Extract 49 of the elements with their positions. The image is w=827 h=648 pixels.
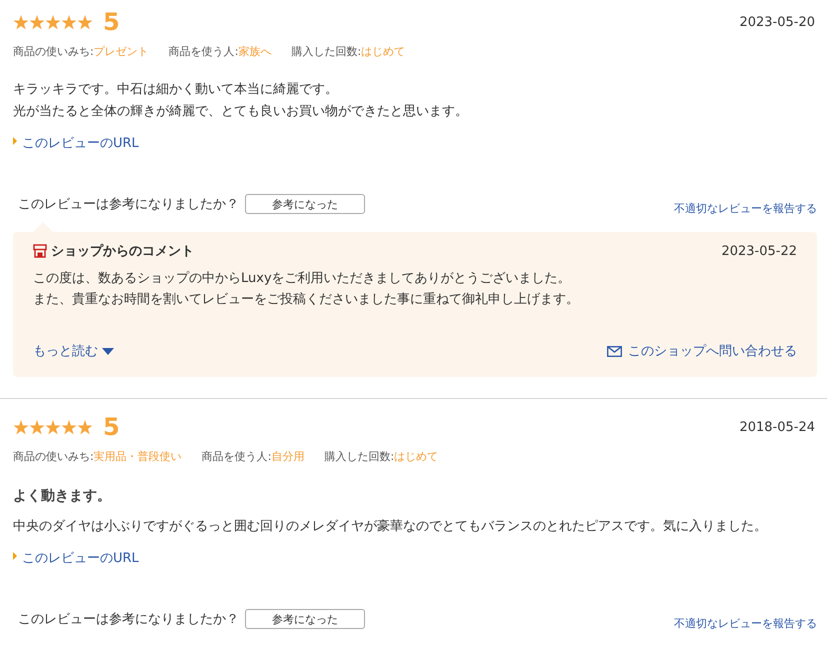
rating-score: 5 [103, 10, 120, 34]
review-url-link[interactable]: このレビューのURL [22, 134, 139, 152]
helpful-button[interactable]: 参考になった [245, 194, 365, 214]
star-icon [29, 420, 45, 434]
helpful-button[interactable]: 参考になった [245, 609, 365, 629]
attribute-label: 購入した回数: [291, 45, 362, 58]
caret-down-icon [102, 348, 114, 354]
triangle-bullet-icon [13, 137, 17, 145]
report-review-link[interactable]: 不適切なレビューを報告する [674, 616, 817, 630]
review-date: 2023-05-20 [739, 14, 816, 30]
triangle-bullet-icon [13, 552, 17, 560]
review-date: 2018-05-24 [739, 420, 816, 434]
rating-score: 5 [103, 415, 120, 439]
star-icon [13, 14, 29, 30]
star-icon [77, 14, 93, 30]
attribute-value: はじめて [394, 450, 438, 463]
comment-date: 2023-05-22 [721, 244, 797, 258]
attribute-label: 商品の使いみち: [13, 450, 94, 463]
star-icon [61, 14, 77, 30]
attribute-value: 自分用 [271, 450, 304, 463]
helpful-question: このレビューは参考になりましたか？ [18, 611, 239, 628]
star-icon [13, 420, 29, 434]
shop-comment-text: この度は、数あるショップの中からLuxyをご利用いただきましてありがとうございました。 [33, 270, 571, 288]
envelope-icon [607, 346, 622, 356]
review-title: よく動きます。 [13, 487, 112, 506]
review-text: 中央のダイヤは小ぶりですがぐるっと囲む回りのメレダイヤが豪華なのでとてもバランスのとれたピアスです。気に入りました。 [13, 518, 767, 536]
attribute-value: プレゼント [94, 45, 149, 58]
review-url-link[interactable]: このレビューのURL [22, 549, 139, 567]
star-icon [29, 14, 45, 30]
attribute-label: 商品を使う人: [202, 450, 272, 463]
review-text: キラッキラです。中石は細かく動いて本当に綺麗です。 [13, 81, 338, 99]
star-icon [61, 420, 77, 434]
star-icon [45, 420, 61, 434]
shop-comment-title: ショップからのコメント [51, 242, 194, 260]
helpful-question: このレビューは参考になりましたか？ [18, 196, 239, 213]
report-review-link[interactable]: 不適切なレビューを報告する [674, 200, 817, 216]
review-text: 光が当たると全体の輝きが綺麗で、とても良いお買い物ができたと思います。 [13, 103, 468, 121]
shop-comment-text: また、貴重なお時間を割いてレビューをご投稿くださいました事に重ねて御礼申し上げます。 [33, 291, 579, 309]
read-more-link[interactable]: もっと読む [33, 342, 114, 360]
contact-shop-link[interactable]: このショップへ問い合わせる [607, 342, 797, 360]
shop-icon [33, 244, 47, 258]
attribute-label: 購入した回数: [324, 450, 394, 463]
star-icon [77, 420, 93, 434]
star-icon [45, 14, 61, 30]
attribute-value: 家族へ [238, 45, 272, 58]
attribute-label: 商品の使いみち: [13, 45, 94, 58]
attribute-value: 実用品・普段使い [94, 450, 182, 463]
attribute-label: 商品を使う人: [168, 45, 238, 58]
attribute-value: はじめて [361, 45, 406, 58]
